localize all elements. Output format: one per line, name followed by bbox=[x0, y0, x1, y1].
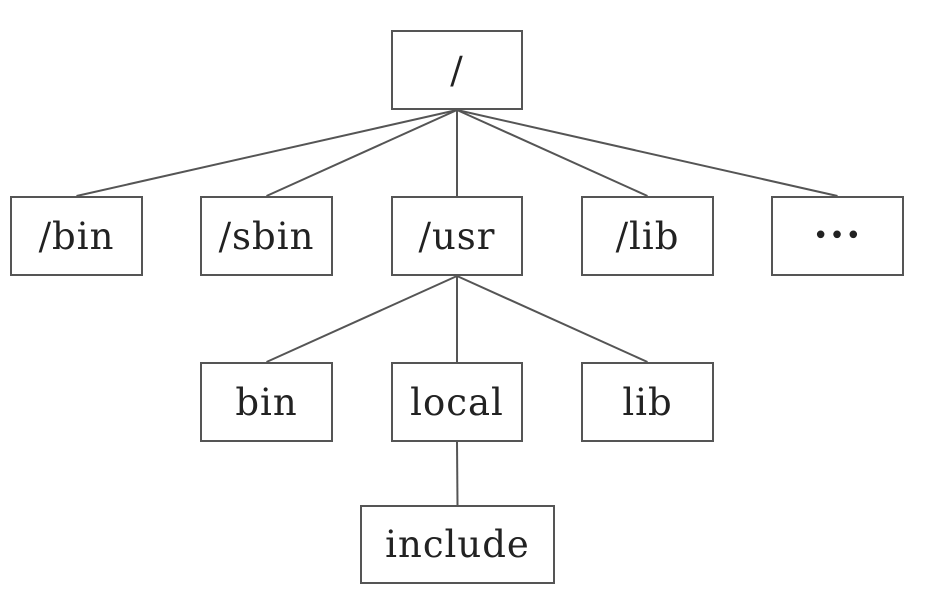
edge-usr-to-usr-bin bbox=[266, 275, 458, 363]
edge-usr-to-usr-lib bbox=[456, 275, 648, 363]
directory-tree-diagram: / /bin /sbin /usr /lib ••• bin local lib… bbox=[0, 0, 927, 597]
node-lib: /lib bbox=[581, 196, 714, 276]
node-more: ••• bbox=[771, 196, 904, 276]
node-sbin: /sbin bbox=[200, 196, 333, 276]
edge-usr-local-to-usr-local-include bbox=[456, 441, 459, 506]
node-label: include bbox=[385, 523, 530, 566]
edge-root-to-more bbox=[456, 109, 838, 197]
node-label: /sbin bbox=[218, 214, 315, 258]
edge-root-to-lib bbox=[456, 109, 648, 197]
node-bin: /bin bbox=[10, 196, 143, 276]
node-root: / bbox=[391, 30, 523, 110]
node-label: /usr bbox=[418, 214, 496, 258]
node-label: / bbox=[450, 48, 464, 92]
node-usr-bin: bin bbox=[200, 362, 333, 442]
node-usr-lib: lib bbox=[581, 362, 714, 442]
ellipsis-icon: ••• bbox=[812, 221, 862, 251]
node-label: /bin bbox=[38, 214, 115, 258]
node-usr-local-include: include bbox=[360, 505, 555, 584]
node-label: bin bbox=[235, 380, 298, 424]
node-usr-local: local bbox=[391, 362, 523, 442]
node-label: lib bbox=[622, 380, 673, 424]
edge-root-to-bin bbox=[76, 109, 458, 197]
node-usr: /usr bbox=[391, 196, 523, 276]
node-label: local bbox=[410, 380, 504, 424]
edge-root-to-sbin bbox=[266, 109, 458, 197]
node-label: /lib bbox=[615, 214, 680, 258]
